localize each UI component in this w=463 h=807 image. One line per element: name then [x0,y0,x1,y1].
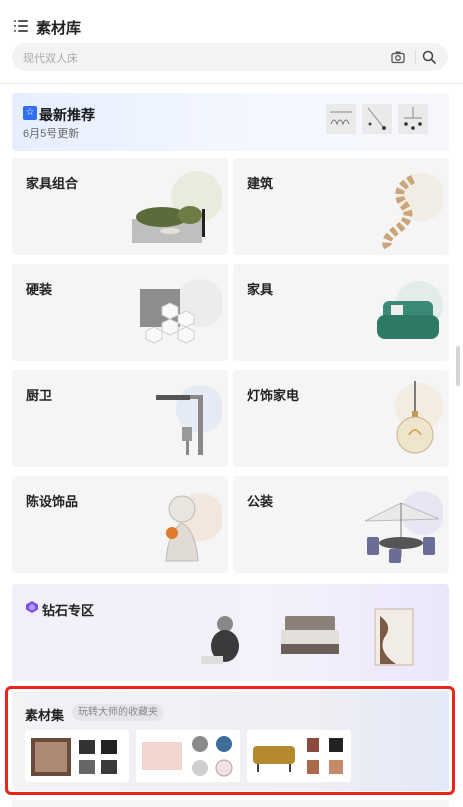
camera-icon[interactable] [390,49,406,65]
category-kitchen-bath[interactable]: 厨卫 [12,370,228,467]
category-label: 硬装 [26,282,53,297]
category-label: 灯饰家电 [247,388,300,403]
category-label: 建筑 [247,176,274,191]
page-title: 素材库 [36,20,82,37]
hanging-lamp-thumb[interactable] [362,104,392,134]
category-label: 家具 [247,282,274,297]
search-input[interactable]: 现代双人床 [23,50,78,66]
diamond-zone-label: 钻石专区 [42,603,95,618]
bed-image [281,616,339,654]
category-lighting-appliance[interactable]: 灯饰家电 [233,370,449,467]
scrollbar-thumb[interactable] [456,346,460,386]
category-label: 公装 [247,494,274,509]
latest-recommend-banner[interactable]: ☆ 最新推荐 6月5号更新 [12,93,449,151]
spiral-staircase-image [382,173,443,249]
patio-table-image [364,491,443,563]
sofa-set-image [132,171,222,243]
category-architecture[interactable]: 建筑 [233,158,449,255]
chandelier-thumb[interactable] [398,104,428,134]
category-furniture-set[interactable]: 家具组合 [12,158,228,255]
diamond-zone-banner[interactable]: 钻石专区 [12,584,449,681]
diamond-gem-icon [26,601,38,613]
statue-image [165,493,222,562]
pendant-bulb-image [395,381,443,454]
bear-figurine-image [201,616,239,664]
next-section-peek [12,800,449,807]
scrollbar[interactable] [455,86,463,807]
pendant-light-thumb[interactable] [326,104,356,134]
category-hard-decoration[interactable]: 硬装 [12,264,228,361]
star-badge-icon: ☆ [23,106,37,120]
material-library-panel: 素材库 现代双人床 ☆ 最新推荐 6月5号更新 家具组合 建筑 硬装 家具 厨卫… [0,0,463,807]
category-commercial[interactable]: 公装 [233,476,449,573]
tile-samples-image [140,279,222,344]
header: 素材库 现代双人床 [0,0,463,84]
list-menu-icon[interactable] [14,20,28,32]
category-label: 陈设饰品 [26,494,79,509]
shower-faucet-image [156,385,222,455]
banner-subtitle: 6月5号更新 [23,128,80,140]
category-label: 厨卫 [26,388,53,403]
search-bar[interactable]: 现代双人床 [12,43,448,71]
search-icon[interactable] [421,49,437,65]
collection-highlight-box [5,686,455,795]
category-label: 家具组合 [26,176,79,191]
banner-title: 最新推荐 [39,107,95,123]
search-divider [415,50,416,64]
category-decor[interactable]: 陈设饰品 [12,476,228,573]
category-furniture[interactable]: 家具 [233,264,449,361]
armchair-image [377,281,443,339]
wall-art-image [374,608,414,666]
